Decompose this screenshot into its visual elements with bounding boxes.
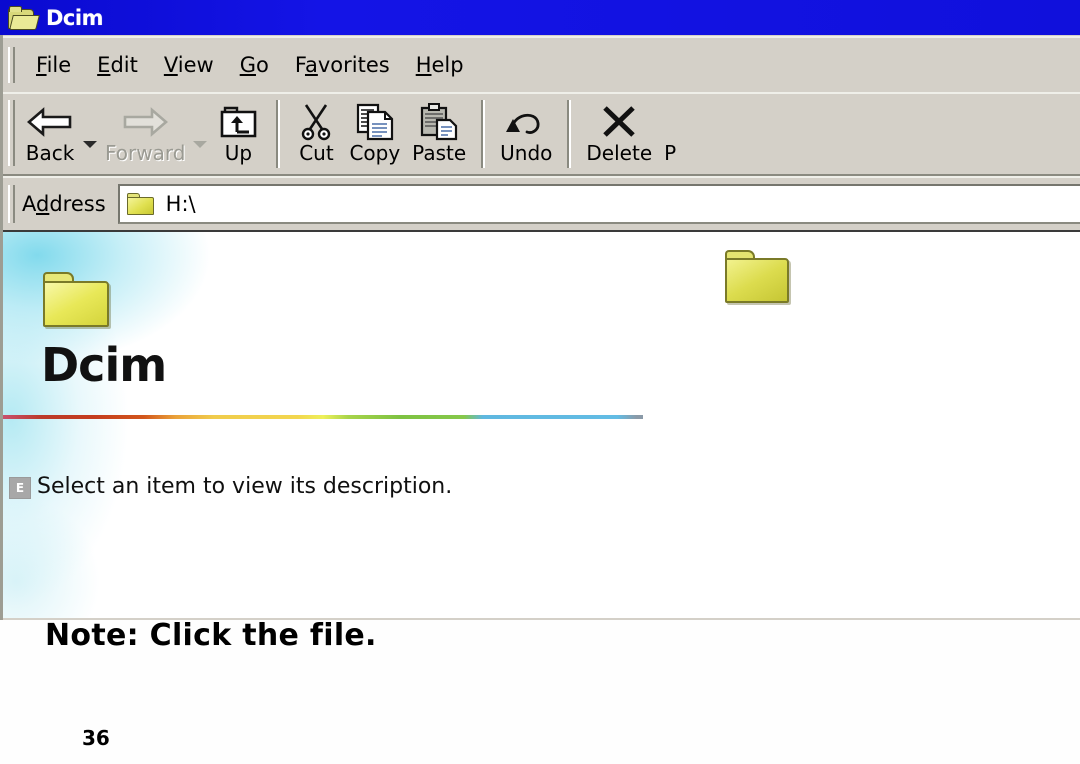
toolbar-button-cut[interactable]: Cut (289, 94, 343, 174)
toolbar-button-back[interactable]: Back (19, 94, 81, 174)
toolbar-button-up[interactable]: Up (209, 94, 267, 174)
note-annotation: Note: Click the file. (45, 618, 377, 653)
toolbar: Back Forward Up Cut Copy Paste Undo Dele… (3, 92, 1080, 176)
page-number: 36 (82, 726, 110, 750)
explorer-window: Dcim File Edit View Go Favorites Help Ba… (0, 0, 1080, 620)
toolbar-label-back: Back (25, 141, 75, 165)
menu-item-file[interactable]: File (23, 50, 84, 80)
content-area: Dcim E Select an item to view its descri… (3, 230, 1080, 618)
toolbar-label-properties: P (664, 141, 677, 165)
clipboard-icon (416, 101, 462, 143)
toolbar-label-copy: Copy (349, 141, 401, 165)
menu-item-help[interactable]: Help (403, 50, 477, 80)
address-label: Address (22, 192, 106, 216)
menu-bar: File Edit View Go Favorites Help (3, 36, 1080, 92)
menu-item-view[interactable]: View (151, 50, 227, 80)
webview-heading: Dcim (41, 338, 167, 392)
arrow-right-icon (120, 101, 170, 143)
copy-pages-icon (352, 101, 398, 143)
toolbar-label-undo: Undo (500, 141, 553, 165)
back-dropdown-arrow[interactable] (81, 94, 99, 174)
webview-folder-icon (41, 272, 109, 327)
folder-up-icon (215, 101, 261, 143)
toolbar-button-copy[interactable]: Copy (343, 94, 406, 174)
webview-description: Select an item to view its description. (37, 474, 453, 499)
toolbar-drag-handle[interactable] (8, 100, 15, 166)
undo-arrow-icon (502, 101, 550, 143)
list-item[interactable] (721, 250, 791, 303)
toolbar-label-delete: Delete (586, 141, 653, 165)
forward-dropdown-arrow[interactable] (191, 94, 209, 174)
manual-page: Dcim File Edit View Go Favorites Help Ba… (0, 0, 1080, 764)
toolbar-separator-1 (276, 100, 281, 168)
address-value: H:\ (165, 192, 196, 216)
toolbar-label-forward: Forward (105, 141, 186, 165)
toolbar-button-paste[interactable]: Paste (406, 94, 472, 174)
scissors-icon (295, 101, 337, 143)
toolbar-label-up: Up (224, 141, 253, 165)
toolbar-button-properties[interactable]: P (658, 94, 682, 174)
rainbow-divider (3, 415, 643, 419)
address-input[interactable]: H:\ (117, 184, 1080, 224)
toolbar-separator-3 (567, 100, 572, 168)
folder-icon (126, 193, 154, 215)
open-folder-icon (7, 5, 40, 30)
toolbar-button-delete[interactable]: Delete (580, 94, 658, 174)
toolbar-button-undo[interactable]: Undo (494, 94, 558, 174)
folder-icon (723, 250, 789, 303)
toolbar-button-forward[interactable]: Forward (99, 94, 191, 174)
menu-item-go[interactable]: Go (227, 50, 282, 80)
address-bar: Address H:\ (3, 176, 1080, 230)
window-title: Dcim (46, 5, 103, 30)
toolbar-separator-2 (481, 100, 486, 168)
title-bar: Dcim (0, 0, 1080, 35)
toolbar-label-cut: Cut (299, 141, 334, 165)
broken-image-icon: E (9, 477, 31, 499)
menu-item-edit[interactable]: Edit (84, 50, 151, 80)
addressbar-drag-handle[interactable] (8, 185, 15, 223)
menubar-drag-handle[interactable] (8, 47, 15, 83)
menu-item-favorites[interactable]: Favorites (282, 50, 403, 80)
x-cross-icon (597, 101, 641, 143)
arrow-left-icon (25, 101, 75, 143)
toolbar-label-paste: Paste (412, 141, 467, 165)
